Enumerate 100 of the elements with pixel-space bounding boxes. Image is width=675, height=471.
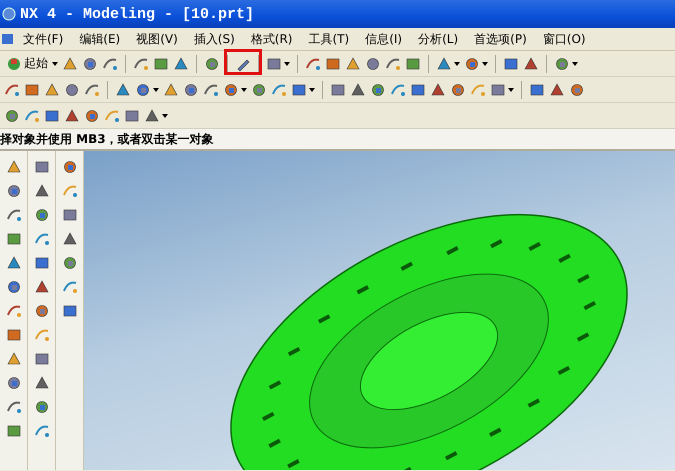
- dropdown-arrow-icon[interactable]: [284, 62, 290, 66]
- tool-icon[interactable]: [4, 82, 20, 98]
- dropdown-arrow-icon[interactable]: [454, 62, 460, 66]
- tool-icon[interactable]: [385, 56, 401, 72]
- tool-icon[interactable]: [82, 56, 98, 72]
- palette-icon[interactable]: [34, 303, 50, 319]
- palette-icon[interactable]: [6, 327, 22, 343]
- tool-icon[interactable]: [183, 82, 199, 98]
- menu-item[interactable]: 视图(V): [129, 30, 187, 48]
- palette-icon[interactable]: [6, 351, 22, 367]
- menu-item[interactable]: 工具(T): [301, 30, 358, 48]
- tool-icon[interactable]: [325, 56, 341, 72]
- tool-icon[interactable]: [436, 56, 452, 72]
- tool-icon[interactable]: [330, 82, 346, 98]
- tool-icon[interactable]: [203, 82, 219, 98]
- dropdown-arrow-icon[interactable]: [241, 88, 247, 92]
- palette-icon[interactable]: [62, 207, 78, 223]
- tool-icon[interactable]: [44, 108, 60, 124]
- tool-icon[interactable]: [64, 108, 80, 124]
- palette-icon[interactable]: [6, 375, 22, 391]
- palette-icon[interactable]: [6, 423, 22, 439]
- dropdown-arrow-icon[interactable]: [153, 88, 159, 92]
- tool-icon[interactable]: [153, 56, 169, 72]
- palette-icon[interactable]: [6, 279, 22, 295]
- menu-item[interactable]: 信息(I): [358, 30, 412, 48]
- palette-icon[interactable]: [6, 399, 22, 415]
- tool-icon[interactable]: [204, 56, 220, 72]
- palette-icon[interactable]: [6, 255, 22, 271]
- palette-icon[interactable]: [34, 159, 50, 175]
- palette-icon[interactable]: [6, 183, 22, 199]
- palette-icon[interactable]: [34, 399, 50, 415]
- tool-icon[interactable]: [4, 108, 20, 124]
- tool-icon[interactable]: [124, 108, 140, 124]
- tool-icon[interactable]: [430, 82, 446, 98]
- menu-item[interactable]: 分析(L): [411, 30, 468, 48]
- tool-icon[interactable]: [350, 82, 366, 98]
- tool-icon[interactable]: [569, 82, 585, 98]
- tool-icon[interactable]: [554, 56, 570, 72]
- tool-icon[interactable]: [291, 82, 307, 98]
- palette-icon[interactable]: [62, 303, 78, 319]
- tool-icon[interactable]: [44, 82, 60, 98]
- dropdown-arrow-icon[interactable]: [162, 114, 168, 118]
- start-button[interactable]: 起始: [4, 55, 50, 72]
- dropdown-arrow-icon[interactable]: [52, 62, 58, 66]
- tool-icon[interactable]: [173, 56, 189, 72]
- tool-icon[interactable]: [370, 82, 386, 98]
- palette-icon[interactable]: [62, 159, 78, 175]
- tool-icon[interactable]: [410, 82, 426, 98]
- palette-icon[interactable]: [34, 207, 50, 223]
- tool-icon[interactable]: [163, 82, 179, 98]
- tool-icon[interactable]: [529, 82, 545, 98]
- palette-icon[interactable]: [34, 351, 50, 367]
- palette-icon[interactable]: [6, 231, 22, 247]
- dropdown-arrow-icon[interactable]: [309, 88, 315, 92]
- palette-icon[interactable]: [34, 279, 50, 295]
- dropdown-arrow-icon[interactable]: [482, 62, 488, 66]
- palette-icon[interactable]: [34, 255, 50, 271]
- app-menu-icon[interactable]: [0, 32, 16, 46]
- tool-icon[interactable]: [450, 82, 466, 98]
- tool-icon[interactable]: [62, 56, 78, 72]
- tool-icon[interactable]: [102, 56, 118, 72]
- tool-icon[interactable]: [266, 56, 282, 72]
- tool-icon[interactable]: [24, 82, 40, 98]
- dropdown-arrow-icon[interactable]: [508, 88, 514, 92]
- menu-item[interactable]: 编辑(E): [72, 30, 130, 48]
- tool-icon[interactable]: [251, 82, 267, 98]
- start-icon: [6, 56, 22, 72]
- tool-icon[interactable]: [503, 56, 519, 72]
- menu-item[interactable]: 首选项(P): [467, 30, 536, 48]
- menu-item[interactable]: 插入(S): [186, 30, 244, 48]
- palette-icon[interactable]: [34, 183, 50, 199]
- palette-icon[interactable]: [6, 207, 22, 223]
- tool-icon[interactable]: [464, 56, 480, 72]
- palette-icon[interactable]: [62, 255, 78, 271]
- tool-icon[interactable]: [405, 56, 421, 72]
- tool-icon[interactable]: [84, 82, 100, 98]
- tool-icon[interactable]: [523, 56, 539, 72]
- dropdown-arrow-icon[interactable]: [572, 62, 578, 66]
- palette-icon[interactable]: [62, 231, 78, 247]
- tool-icon[interactable]: [144, 108, 160, 124]
- status-prompt: 择对象并使用 MB3，或者双击某一对象: [0, 130, 214, 148]
- menu-item[interactable]: 文件(F): [16, 30, 72, 48]
- tool-icon[interactable]: [305, 56, 321, 72]
- tool-icon[interactable]: [345, 56, 361, 72]
- app-logo-icon: [2, 7, 16, 21]
- tool-icon[interactable]: [115, 82, 131, 98]
- tool-icon[interactable]: [135, 82, 151, 98]
- tool-icon[interactable]: [84, 108, 100, 124]
- menu-item[interactable]: 格式(R): [244, 30, 302, 48]
- menu-item[interactable]: 窗口(O): [536, 30, 595, 48]
- palette-icon[interactable]: [6, 303, 22, 319]
- palette-icon[interactable]: [34, 375, 50, 391]
- tool-icon[interactable]: [64, 82, 80, 98]
- palette-icon[interactable]: [6, 159, 22, 175]
- tool-icon[interactable]: [549, 82, 565, 98]
- tool-icon[interactable]: [365, 56, 381, 72]
- window-title: NX 4 - Modeling - [10.prt]: [20, 6, 254, 22]
- tool-icon[interactable]: [133, 56, 149, 72]
- tool-icon[interactable]: [223, 82, 239, 98]
- tool-icon[interactable]: [490, 82, 506, 98]
